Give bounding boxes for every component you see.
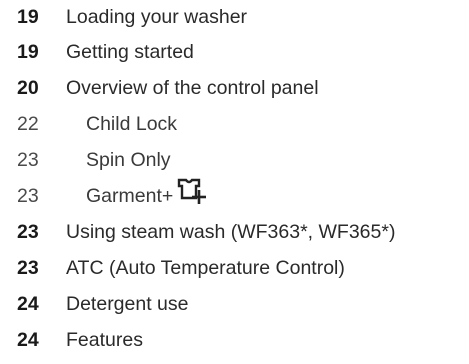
page-number: 19: [17, 40, 39, 63]
entry-title: Garment+: [86, 184, 174, 207]
toc-entry-features[interactable]: 24 Features: [17, 323, 469, 359]
page-number: 24: [17, 329, 39, 352]
page-number: 23: [17, 148, 39, 171]
entry-title: Spin Only: [86, 148, 171, 171]
entry-title: Features: [66, 329, 143, 352]
entry-title: Getting started: [66, 40, 194, 63]
page-number: 24: [17, 293, 39, 316]
toc-entry-garment-plus[interactable]: 23 Garment+: [17, 178, 469, 214]
page-number: 23: [17, 221, 39, 244]
toc-entry-atc[interactable]: 23 ATC (Auto Temperature Control): [17, 251, 469, 287]
entry-title: Child Lock: [86, 112, 178, 135]
entry-title: ATC (Auto Temperature Control): [66, 257, 345, 280]
entry-title: Detergent use: [66, 293, 189, 316]
entry-title: Using steam wash (WF363*, WF365*): [66, 221, 396, 244]
toc-entry-detergent-use[interactable]: 24 Detergent use: [17, 287, 469, 323]
toc-entry-loading-your-washer[interactable]: 19 Loading your washer: [17, 0, 469, 34]
toc-entry-child-lock[interactable]: 22 Child Lock: [17, 106, 469, 142]
toc-entry-getting-started[interactable]: 19 Getting started: [17, 34, 469, 70]
page-number: 23: [17, 184, 39, 207]
page-number: 22: [17, 112, 39, 135]
entry-title: Loading your washer: [66, 5, 248, 28]
page-number: 20: [17, 76, 39, 99]
toc-entry-steam-wash[interactable]: 23 Using steam wash (WF363*, WF365*): [17, 214, 469, 250]
table-of-contents: 19 Loading your washer 19 Getting starte…: [17, 0, 469, 359]
entry-title: Overview of the control panel: [66, 76, 319, 99]
page-number: 23: [17, 257, 39, 280]
garment-plus-icon: [177, 178, 207, 206]
toc-entry-control-panel-overview[interactable]: 20 Overview of the control panel: [17, 70, 469, 106]
toc-entry-spin-only[interactable]: 23 Spin Only: [17, 142, 469, 178]
page-number: 19: [17, 5, 39, 28]
